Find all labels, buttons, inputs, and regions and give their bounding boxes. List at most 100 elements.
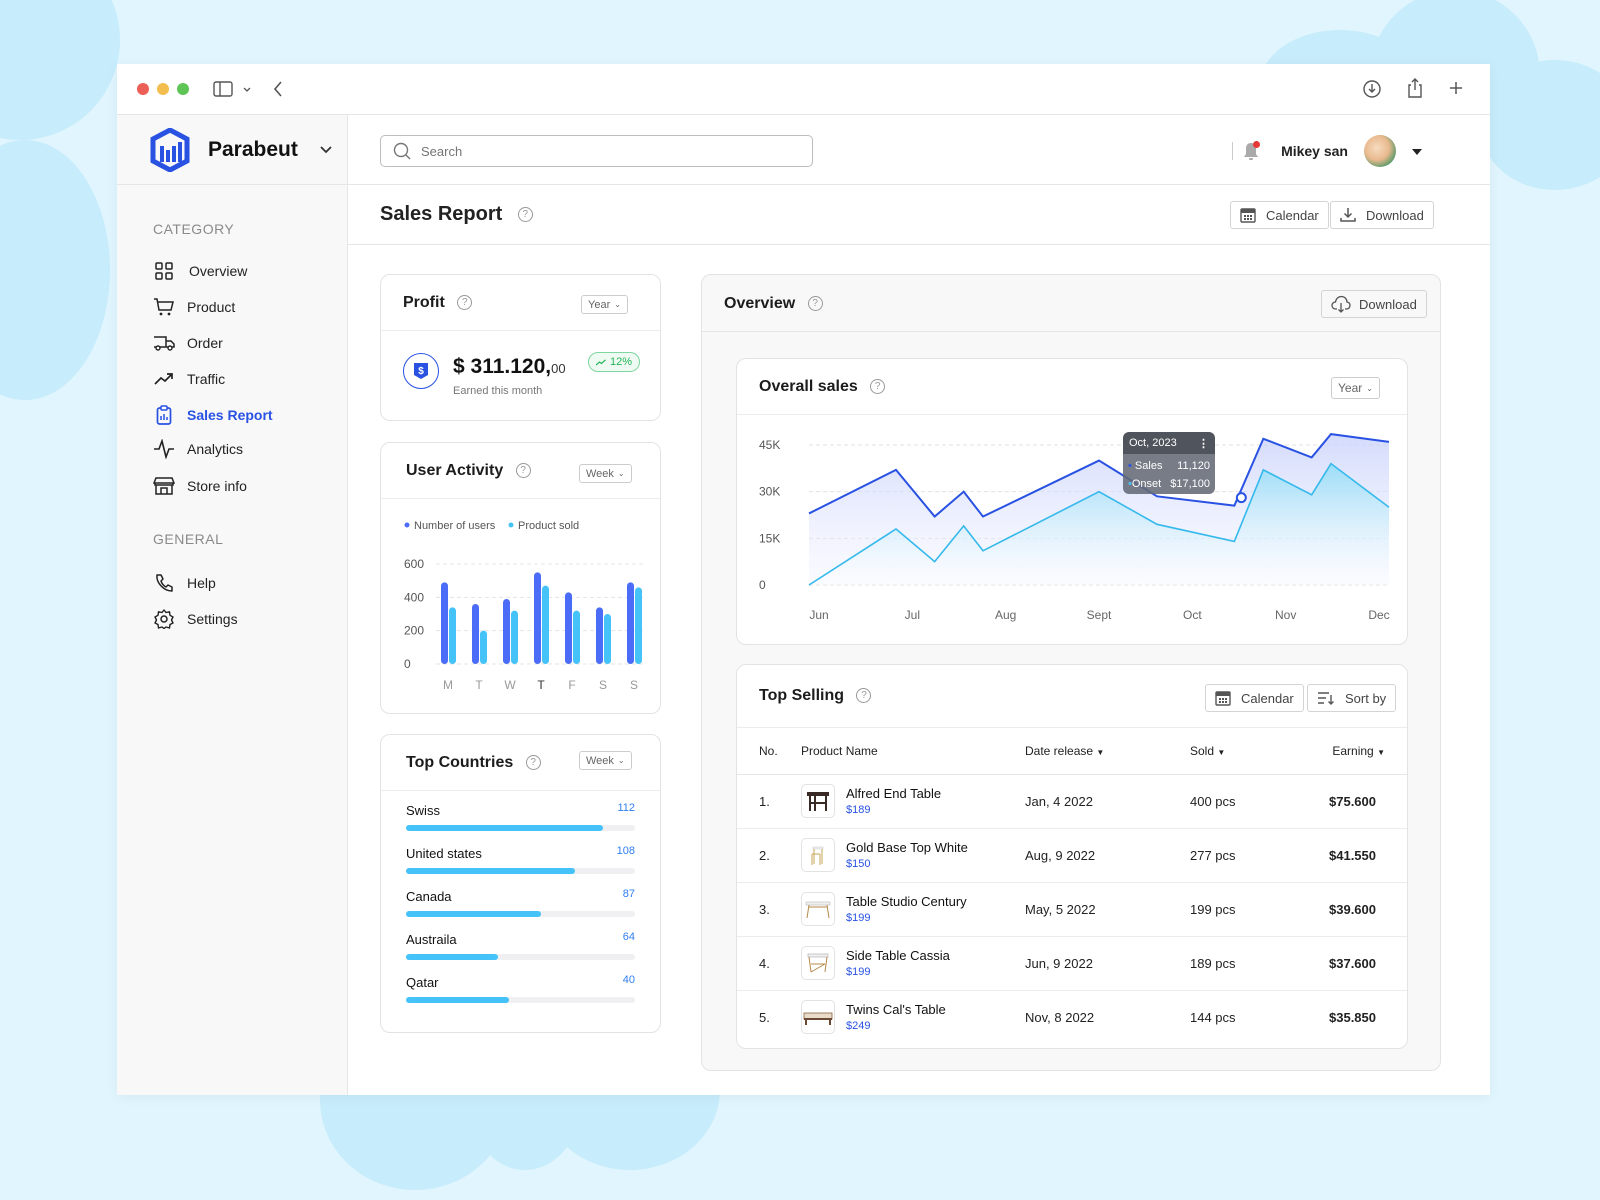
top-selling-title: Top Selling ?: [759, 687, 872, 705]
download-circle-icon[interactable]: [1362, 79, 1382, 104]
overall-sales-card: Overall sales ? Year ⌄ 45K 30K 15K 0 Jun Jul Au…: [736, 358, 1408, 645]
product-thumbnail: [801, 784, 835, 818]
trend-up-icon: [596, 358, 606, 365]
sold-cell: 144 pcs: [1190, 1009, 1236, 1025]
chevron-down-icon[interactable]: [320, 143, 332, 157]
x-tick-label: M: [443, 678, 453, 692]
caret-down-icon[interactable]: [1412, 142, 1422, 160]
user-activity-period-dropdown[interactable]: Week ⌄: [579, 464, 632, 483]
table-row[interactable]: 3. Table Studio Century $199 May, 5 2022…: [737, 882, 1407, 937]
caret-down-icon: ▼: [1096, 747, 1105, 757]
country-progress-track: [406, 997, 635, 1003]
country-progress-track: [406, 825, 635, 831]
top-countries-title-text: Top Countries: [406, 754, 514, 771]
country-progress-track: [406, 954, 635, 960]
sidebar-item-help[interactable]: Help: [153, 572, 216, 594]
new-tab-icon[interactable]: [1448, 80, 1464, 101]
help-icon[interactable]: ?: [517, 207, 533, 223]
sidebar-item-store-info[interactable]: Store info: [153, 475, 247, 497]
overall-sales-title: Overall sales ?: [759, 378, 886, 396]
product-name[interactable]: Gold Base Top White: [846, 840, 968, 855]
user-activity-card: User Activity ? Week ⌄ Number of users Pro…: [380, 442, 661, 714]
brand[interactable]: Parabeut: [117, 115, 347, 185]
date-release-cell: Nov, 8 2022: [1025, 1009, 1095, 1025]
col-earning[interactable]: Earning ▼: [1320, 728, 1407, 775]
page-title: Sales Report ?: [380, 203, 533, 226]
share-icon[interactable]: [1406, 77, 1424, 104]
pulse-icon: [153, 438, 175, 460]
y-tick-label: 0: [404, 657, 411, 671]
table-row[interactable]: 2. Gold Base Top White $150 Aug, 9 2022 …: [737, 828, 1407, 883]
download-button[interactable]: Download: [1330, 201, 1434, 229]
brand-logo-icon: [150, 127, 190, 172]
user-menu[interactable]: Mikey san: [1232, 135, 1422, 167]
sidebar-item-overview[interactable]: Overview: [153, 260, 247, 282]
product-price: $150: [846, 858, 871, 870]
top-countries-period-dropdown[interactable]: Week ⌄: [579, 751, 632, 770]
profit-period-dropdown[interactable]: Year ⌄: [581, 295, 628, 314]
avatar[interactable]: [1364, 135, 1396, 167]
overview-title-text: Overview: [724, 295, 796, 312]
help-icon[interactable]: ?: [870, 379, 886, 395]
sidebar-item-order[interactable]: Order: [153, 332, 223, 354]
country-name: United states: [406, 846, 482, 861]
notification-dot: [1253, 141, 1261, 148]
product-name[interactable]: Table Studio Century: [846, 894, 967, 909]
dropdown-value: Week: [586, 467, 614, 480]
help-icon[interactable]: ?: [807, 296, 823, 312]
bar: [604, 614, 611, 664]
svg-text:$: $: [418, 366, 424, 377]
user-activity-header: User Activity ? Week ⌄: [381, 443, 660, 499]
sidebar-toggle-icon[interactable]: [213, 81, 233, 102]
help-icon[interactable]: ?: [457, 295, 473, 311]
minimize-window-button[interactable]: [157, 83, 169, 95]
x-tick-label: Nov: [1275, 608, 1296, 622]
product-cell[interactable]: Gold Base Top White $150: [801, 828, 1025, 883]
product-cell[interactable]: Table Studio Century $199: [801, 882, 1025, 937]
help-icon[interactable]: ?: [856, 688, 872, 704]
sidebar-item-analytics[interactable]: Analytics: [153, 438, 243, 460]
more-vertical-icon[interactable]: ⋮: [1198, 437, 1209, 450]
product-cell[interactable]: Alfred End Table $189: [801, 774, 1025, 829]
table-row[interactable]: 5. Twins Cal's Table $249 Nov, 8 2022 14…: [737, 990, 1407, 1044]
col-sold[interactable]: Sold ▼: [1190, 728, 1320, 775]
sidebar-item-product[interactable]: Product: [153, 296, 235, 318]
help-icon[interactable]: ?: [525, 755, 541, 771]
close-window-button[interactable]: [137, 83, 149, 95]
calendar-button[interactable]: Calendar: [1230, 201, 1329, 229]
product-cell[interactable]: Side Table Cassia $199: [801, 936, 1025, 991]
product-cell[interactable]: Twins Cal's Table $249: [801, 990, 1025, 1044]
country-progress-fill: [406, 825, 603, 831]
category-section-title: CATEGORY: [153, 221, 235, 237]
top-selling-calendar-button[interactable]: Calendar: [1205, 684, 1304, 712]
overview-download-button[interactable]: Download: [1321, 290, 1427, 318]
maximize-window-button[interactable]: [177, 83, 189, 95]
product-thumbnail: [801, 892, 835, 926]
table-row[interactable]: 1. Alfred End Table $189 Jan, 4 2022 400…: [737, 774, 1407, 829]
sort-by-button[interactable]: Sort by: [1307, 684, 1397, 712]
chevron-down-icon[interactable]: [242, 82, 252, 100]
table-header-row: No. Product Name Date release ▼ Sold ▼ E…: [737, 728, 1407, 775]
top-selling-card: Top Selling ? Calendar Sort by No. Produ…: [736, 664, 1408, 1049]
bar: [441, 582, 448, 664]
sidebar-item-sales-report[interactable]: Sales Report: [153, 404, 273, 426]
product-name[interactable]: Alfred End Table: [846, 786, 941, 801]
product-name[interactable]: Side Table Cassia: [846, 948, 950, 963]
country-value: 87: [622, 888, 635, 900]
help-icon[interactable]: ?: [515, 463, 531, 479]
gear-icon: [153, 608, 175, 630]
table-row[interactable]: 4. Side Table Cassia $199 Jun, 9 2022 18…: [737, 936, 1407, 991]
profit-amount-cents: 00: [551, 361, 566, 376]
chevron-down-icon: ⌄: [614, 300, 621, 309]
back-icon[interactable]: [272, 80, 284, 103]
col-date-release[interactable]: Date release ▼: [1025, 728, 1190, 775]
sidebar-item-settings[interactable]: Settings: [153, 608, 238, 630]
tooltip-sales-row: • Sales 11,120: [1128, 457, 1210, 475]
notification-bell-icon[interactable]: [1241, 140, 1261, 162]
product-name[interactable]: Twins Cal's Table: [846, 1002, 946, 1017]
sidebar-item-traffic[interactable]: Traffic: [153, 368, 225, 390]
search-input[interactable]: [421, 143, 801, 159]
overall-sales-period-dropdown[interactable]: Year ⌄: [1331, 377, 1380, 399]
country-item: Qatar 40: [406, 974, 635, 1003]
search-box[interactable]: [380, 135, 813, 167]
